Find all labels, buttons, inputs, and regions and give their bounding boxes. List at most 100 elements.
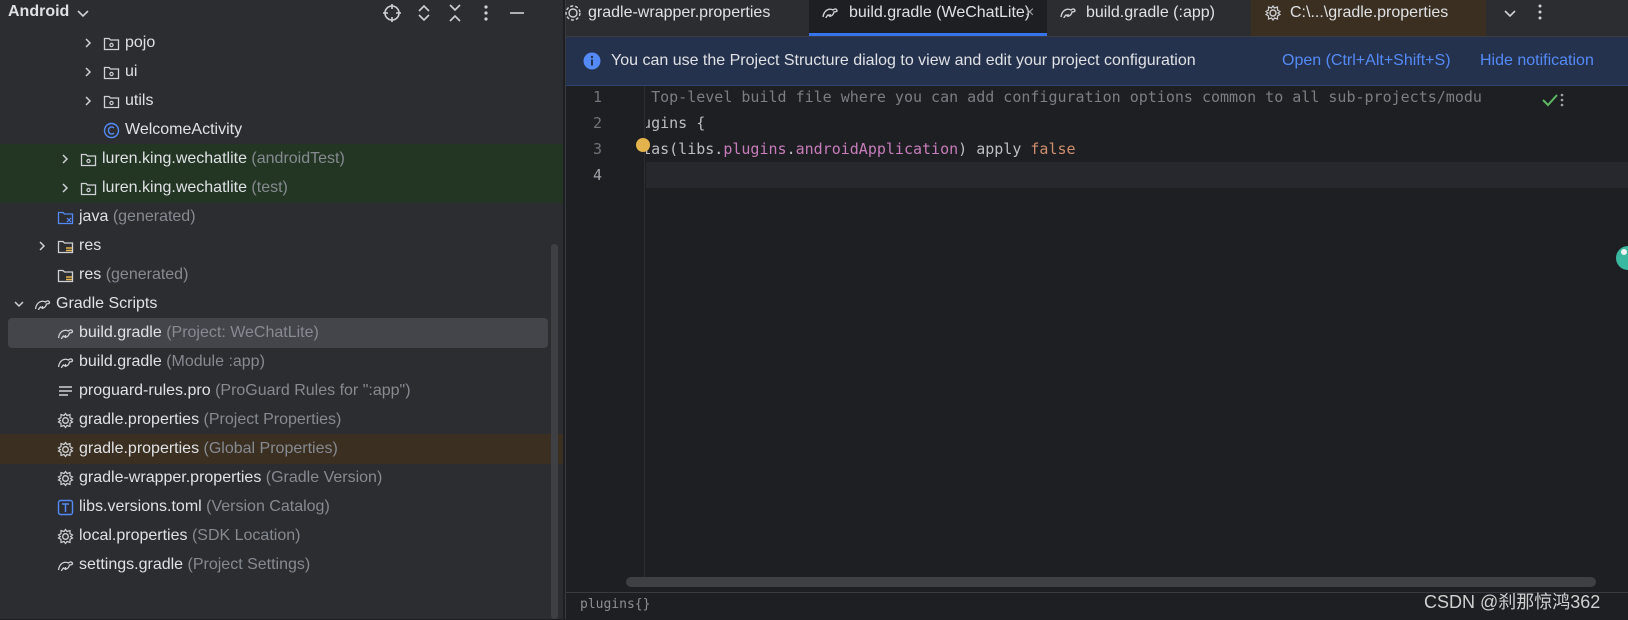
- project-tool-window: Android pojo ui utils WelcomeActivity luren.…: [0, 0, 563, 619]
- hide-notification-link[interactable]: Hide notification: [1480, 37, 1594, 85]
- tree-item-label: luren.king.wechatlite (androidTest): [102, 144, 345, 174]
- code-line-4: }: [646, 162, 1628, 188]
- class-icon: [103, 122, 120, 139]
- tree-item-label: WelcomeActivity: [125, 115, 242, 145]
- tree-item-hint: (Module :app): [166, 353, 265, 370]
- tree-item-name: luren.king.wechatlite: [102, 150, 247, 167]
- tree-item-label: build.gradle (Module :app): [79, 347, 265, 377]
- assistant-mascot-icon[interactable]: [1612, 240, 1628, 276]
- gear-icon: [57, 470, 74, 487]
- chevron-right-icon[interactable]: [81, 94, 95, 108]
- code-alias: alias(libs.: [646, 140, 724, 158]
- chevron-down-icon[interactable]: [12, 297, 26, 311]
- resource-folder-icon: [57, 269, 74, 283]
- tree-item-label: gradle-wrapper.properties (Gradle Versio…: [79, 463, 382, 493]
- chevron-right-icon[interactable]: [81, 36, 95, 50]
- tree-item-label: gradle.properties (Global Properties): [79, 434, 338, 464]
- tree-item-luren-king-wechatlite-androidtest[interactable]: luren.king.wechatlite (androidTest): [0, 144, 563, 174]
- expand-all-icon[interactable]: [413, 2, 435, 24]
- tree-item-label: luren.king.wechatlite (test): [102, 173, 288, 203]
- gradle-icon: [57, 358, 74, 369]
- tree-item-utils[interactable]: utils: [0, 86, 563, 116]
- code-keyword-plugins: plugins: [646, 114, 688, 132]
- tree-item-name: gradle.properties: [79, 411, 200, 428]
- tree-item-hint: (Gradle Version): [265, 469, 383, 486]
- tab-gradle-wrapper-properties[interactable]: gradle-wrapper.properties: [562, 0, 792, 36]
- code-brace: {: [696, 114, 706, 132]
- tree-item-label: build.gradle (Project: WeChatLite): [79, 318, 319, 348]
- notification-text: You can use the Project Structure dialog…: [611, 52, 1196, 69]
- checkmark-icon[interactable]: [1540, 91, 1560, 109]
- code-apply: ) apply: [958, 140, 1031, 158]
- open-project-structure-link[interactable]: Open (Ctrl+Alt+Shift+S): [1282, 37, 1451, 85]
- chevron-right-icon[interactable]: [81, 65, 95, 79]
- more-options-icon[interactable]: [475, 2, 497, 24]
- gear-icon: [565, 5, 581, 21]
- locate-icon[interactable]: [381, 2, 403, 24]
- tree-item-java-generated[interactable]: java (generated): [0, 202, 563, 232]
- chevron-right-icon[interactable]: [58, 181, 72, 195]
- tree-item-proguard-rules-pro-proguard-rules-for-app[interactable]: proguard-rules.pro (ProGuard Rules for "…: [0, 376, 563, 406]
- tree-item-libs-versions-toml-version-catalog[interactable]: libs.versions.toml (Version Catalog): [0, 492, 563, 522]
- text-file-icon: [59, 386, 72, 396]
- tab-global-gradle-properties[interactable]: C:\...\gradle.properties: [1251, 0, 1486, 36]
- gear-icon: [57, 528, 74, 545]
- tree-item-luren-king-wechatlite-test[interactable]: luren.king.wechatlite (test): [0, 173, 563, 203]
- gear-icon: [57, 441, 74, 458]
- chevron-right-icon[interactable]: [35, 239, 49, 253]
- line-number: 4: [592, 166, 602, 184]
- code-dot: .: [786, 140, 796, 158]
- project-tree-scrollbar[interactable]: [551, 244, 558, 619]
- editor-area: gradle-wrapper.properties build.gradle (…: [562, 0, 1628, 620]
- tree-item-res-generated[interactable]: res (generated): [0, 260, 563, 290]
- editor-gutter[interactable]: 1 2 3 4: [566, 86, 645, 586]
- tree-item-name: Gradle Scripts: [56, 295, 158, 312]
- breadcrumb[interactable]: plugins{}: [580, 597, 650, 612]
- tree-item-res[interactable]: res: [0, 231, 563, 261]
- tree-item-build-gradle-project-wechatlite[interactable]: build.gradle (Project: WeChatLite): [8, 318, 548, 348]
- tree-item-welcomeactivity[interactable]: WelcomeActivity: [0, 115, 563, 145]
- tree-item-label: settings.gradle (Project Settings): [79, 550, 310, 580]
- tree-item-settings-gradle-project-settings[interactable]: settings.gradle (Project Settings): [0, 550, 563, 580]
- tree-item-gradle-properties-project-properties[interactable]: gradle.properties (Project Properties): [0, 405, 563, 435]
- tree-item-build-gradle-module-app[interactable]: build.gradle (Module :app): [0, 347, 563, 377]
- tree-item-hint: (Version Catalog): [206, 498, 330, 515]
- tree-item-gradle-scripts[interactable]: Gradle Scripts: [0, 289, 563, 319]
- tree-item-hint: (SDK Location): [191, 527, 301, 544]
- info-icon: [583, 52, 601, 70]
- more-tabs-icon[interactable]: [1531, 2, 1549, 22]
- tab-label: build.gradle (:app): [1086, 4, 1215, 21]
- lightbulb-icon[interactable]: [636, 138, 650, 152]
- tree-item-hint: (androidTest): [251, 150, 345, 167]
- chevron-right-icon[interactable]: [58, 152, 72, 166]
- tree-item-label: res: [79, 231, 101, 261]
- resource-folder-icon: [57, 240, 74, 254]
- tree-item-label: ui: [125, 57, 137, 87]
- tab-build-gradle-wechatlite[interactable]: build.gradle (WeChatLite) ×: [809, 0, 1047, 36]
- tree-item-local-properties-sdk-location[interactable]: local.properties (SDK Location): [0, 521, 563, 551]
- close-tab-icon[interactable]: ×: [1025, 0, 1034, 26]
- tree-item-hint: (Project Properties): [203, 411, 342, 428]
- code-editor[interactable]: // Top-level build file where you can ad…: [646, 86, 1628, 586]
- chevron-down-icon[interactable]: [1501, 4, 1519, 22]
- tree-item-hint: (Global Properties): [203, 440, 338, 457]
- tree-item-hint: (generated): [105, 266, 189, 283]
- tree-item-label: local.properties (SDK Location): [79, 521, 300, 551]
- tree-item-label: java (generated): [79, 202, 196, 232]
- tab-build-gradle-app[interactable]: build.gradle (:app): [1059, 0, 1247, 36]
- line-number: 2: [592, 114, 602, 132]
- tree-item-gradle-wrapper-properties-gradle-version[interactable]: gradle-wrapper.properties (Gradle Versio…: [0, 463, 563, 493]
- tree-item-gradle-properties-global-properties[interactable]: gradle.properties (Global Properties): [0, 434, 563, 464]
- generated-source-folder-icon: [57, 211, 74, 225]
- package-folder-icon: [80, 182, 97, 196]
- package-folder-icon: [103, 37, 120, 51]
- collapse-all-icon[interactable]: [444, 2, 466, 24]
- tree-item-name: build.gradle: [79, 324, 162, 341]
- project-view-selector[interactable]: Android: [8, 3, 69, 21]
- tree-item-pojo[interactable]: pojo: [0, 28, 563, 58]
- chevron-down-icon[interactable]: [76, 3, 90, 23]
- minimize-icon[interactable]: [506, 2, 528, 24]
- tree-item-ui[interactable]: ui: [0, 57, 563, 87]
- horizontal-scrollbar[interactable]: [626, 577, 1596, 587]
- more-inspections-icon[interactable]: [1559, 92, 1565, 108]
